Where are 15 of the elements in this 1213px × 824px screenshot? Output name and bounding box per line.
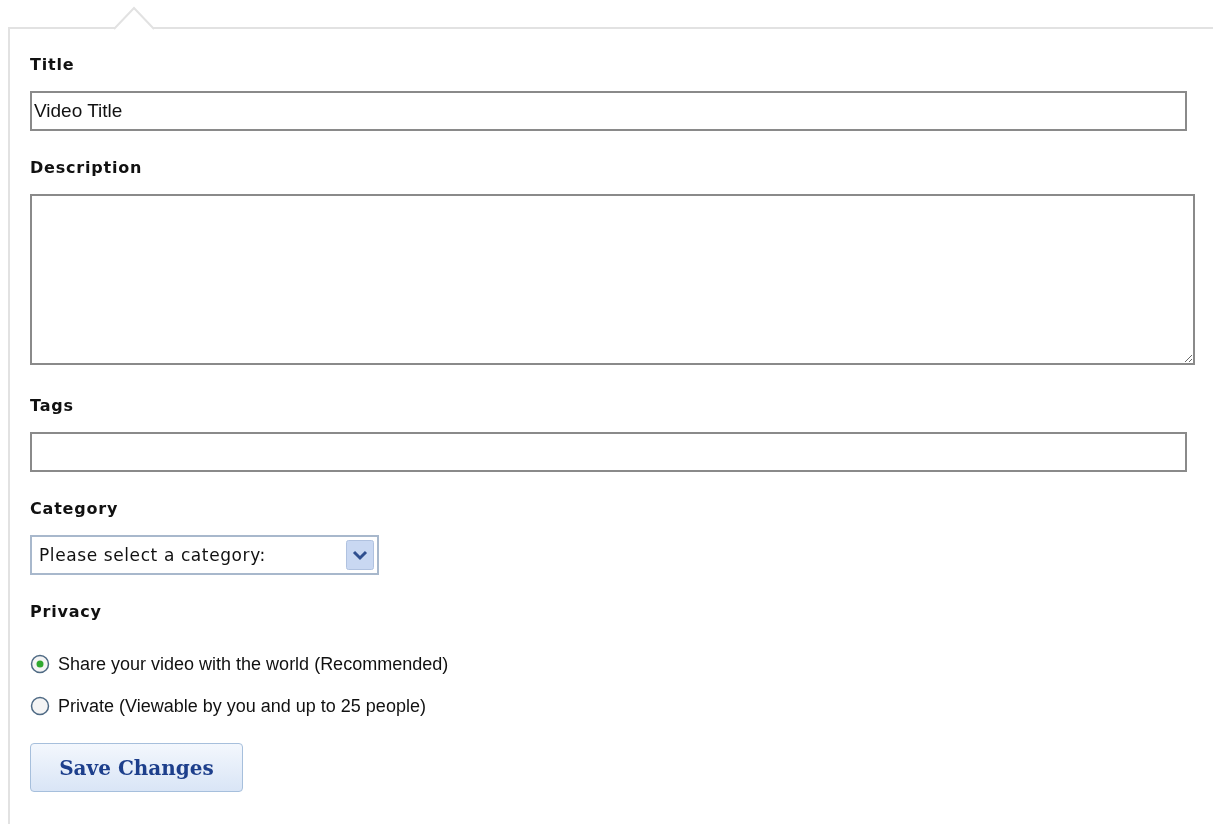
caret-icon: [346, 540, 374, 570]
field-label: Privacy: [30, 602, 103, 622]
text-field[interactable]: Video Title: [30, 91, 1187, 131]
radio-button[interactable]: [30, 654, 50, 674]
field-label: Description: [30, 158, 144, 178]
save-button[interactable]: Save Changes: [30, 743, 243, 792]
text-area[interactable]: [30, 194, 1195, 365]
category-dropdown[interactable]: Please select a category:: [30, 535, 379, 575]
radio-button[interactable]: [30, 696, 50, 716]
field-label: Tags: [30, 396, 75, 416]
field-label: Category: [30, 499, 120, 519]
text-field[interactable]: [30, 432, 1187, 472]
radio-option[interactable]: Private (Viewable by you and up to 25 people): [30, 695, 1213, 717]
radio-option[interactable]: Share your video with the world (Recommended): [30, 653, 1213, 675]
field-label: Title: [30, 55, 76, 75]
